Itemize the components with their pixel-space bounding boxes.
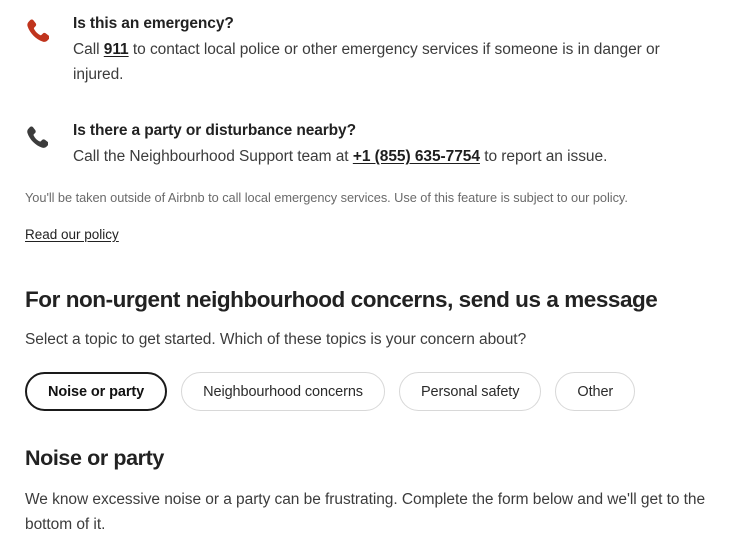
read-our-policy-link[interactable]: Read our policy [25, 227, 119, 242]
topic-chip-personal-safety[interactable]: Personal safety [399, 372, 541, 411]
topic-detail-text: We know excessive noise or a party can b… [25, 487, 751, 537]
policy-link-wrapper: Read our policy [25, 226, 751, 244]
disturbance-info-body: Is there a party or disturbance nearby? … [73, 121, 726, 169]
non-urgent-section-heading: For non-urgent neighbourhood concerns, s… [25, 286, 751, 314]
emergency-info-row-emergency: Is this an emergency? Call 911 to contac… [25, 14, 726, 87]
non-urgent-section-subheading: Select a topic to get started. Which of … [25, 329, 751, 351]
topic-chip-other[interactable]: Other [555, 372, 635, 411]
topic-detail-heading: Noise or party [25, 445, 751, 472]
disclaimer-text: You'll be taken outside of Airbnb to cal… [25, 189, 751, 207]
emergency-info-title: Is this an emergency? [73, 14, 686, 34]
neighbourhood-support-page: Is this an emergency? Call 911 to contac… [0, 0, 751, 169]
emergency-call-911-link[interactable]: 911 [104, 41, 129, 58]
disturbance-info-text: Call the Neighbourhood Support team at +… [73, 144, 686, 169]
phone-icon-red [25, 14, 73, 44]
topic-chip-noise-or-party[interactable]: Noise or party [25, 372, 167, 411]
phone-icon-dark [25, 121, 73, 150]
topic-chip-neighbourhood-concerns[interactable]: Neighbourhood concerns [181, 372, 385, 411]
topic-chip-row: Noise or party Neighbourhood concerns Pe… [25, 372, 751, 411]
disturbance-info-title: Is there a party or disturbance nearby? [73, 121, 686, 141]
text-before-link: Call the Neighbourhood Support team at [73, 148, 353, 165]
text-after-link: to report an issue. [480, 148, 607, 165]
text-before-link: Call [73, 41, 104, 58]
emergency-info-text: Call 911 to contact local police or othe… [73, 37, 686, 87]
emergency-info-row-disturbance: Is there a party or disturbance nearby? … [25, 121, 726, 169]
emergency-info-body: Is this an emergency? Call 911 to contac… [73, 14, 726, 87]
support-phone-number-link[interactable]: +1 (855) 635-7754 [353, 148, 480, 165]
text-after-link: to contact local police or other emergen… [73, 41, 660, 83]
